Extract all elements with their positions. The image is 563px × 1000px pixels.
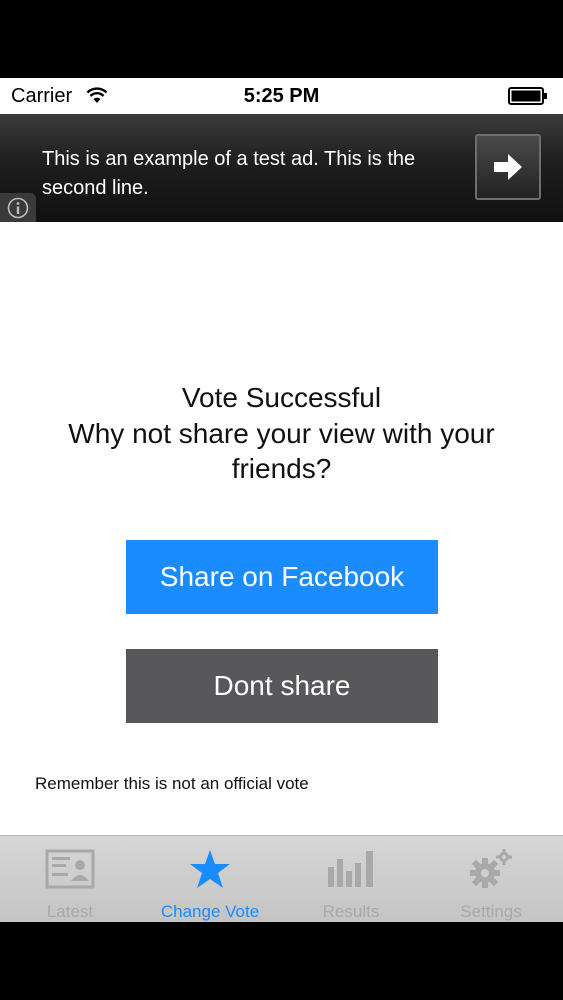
id-card-icon bbox=[45, 849, 95, 889]
tab-label: Latest bbox=[46, 902, 94, 921]
battery-icon bbox=[508, 87, 547, 105]
ad-open-button[interactable] bbox=[475, 134, 541, 200]
star-icon bbox=[190, 850, 230, 888]
arrow-right-icon bbox=[494, 154, 522, 180]
tab-label: Change Vote bbox=[160, 902, 260, 921]
vote-result-content: Vote Successful Why not share your view … bbox=[0, 222, 563, 835]
info-icon bbox=[7, 197, 29, 219]
status-bar: Carrier 5:25 PM bbox=[0, 78, 563, 114]
dont-share-button[interactable]: Dont share bbox=[126, 649, 438, 723]
tab-label: Results bbox=[322, 902, 380, 921]
tab-settings[interactable]: Settings bbox=[421, 836, 561, 923]
tab-change-vote[interactable]: Change Vote bbox=[140, 836, 280, 923]
ad-info-button[interactable] bbox=[0, 193, 36, 222]
ad-text: This is an example of a test ad. This is… bbox=[42, 148, 416, 199]
share-facebook-button[interactable]: Share on Facebook bbox=[126, 540, 438, 614]
bottom-bezel bbox=[0, 922, 563, 1000]
tab-bar: Latest Change Vote Results Settings bbox=[0, 835, 563, 922]
share-prompt: Why not share your view with your friend… bbox=[68, 418, 495, 484]
gears-icon bbox=[470, 849, 512, 888]
disclaimer-text: Remember this is not an official vote bbox=[35, 774, 309, 793]
tab-label: Settings bbox=[460, 902, 522, 921]
top-bezel bbox=[0, 0, 563, 78]
ad-banner[interactable]: This is an example of a test ad. This is… bbox=[0, 114, 563, 222]
bar-chart-icon bbox=[328, 851, 373, 887]
page-title: Vote Successful bbox=[181, 382, 382, 413]
tab-results[interactable]: Results bbox=[281, 836, 421, 923]
tab-latest[interactable]: Latest bbox=[0, 836, 140, 923]
status-time: 5:25 PM bbox=[243, 85, 320, 107]
